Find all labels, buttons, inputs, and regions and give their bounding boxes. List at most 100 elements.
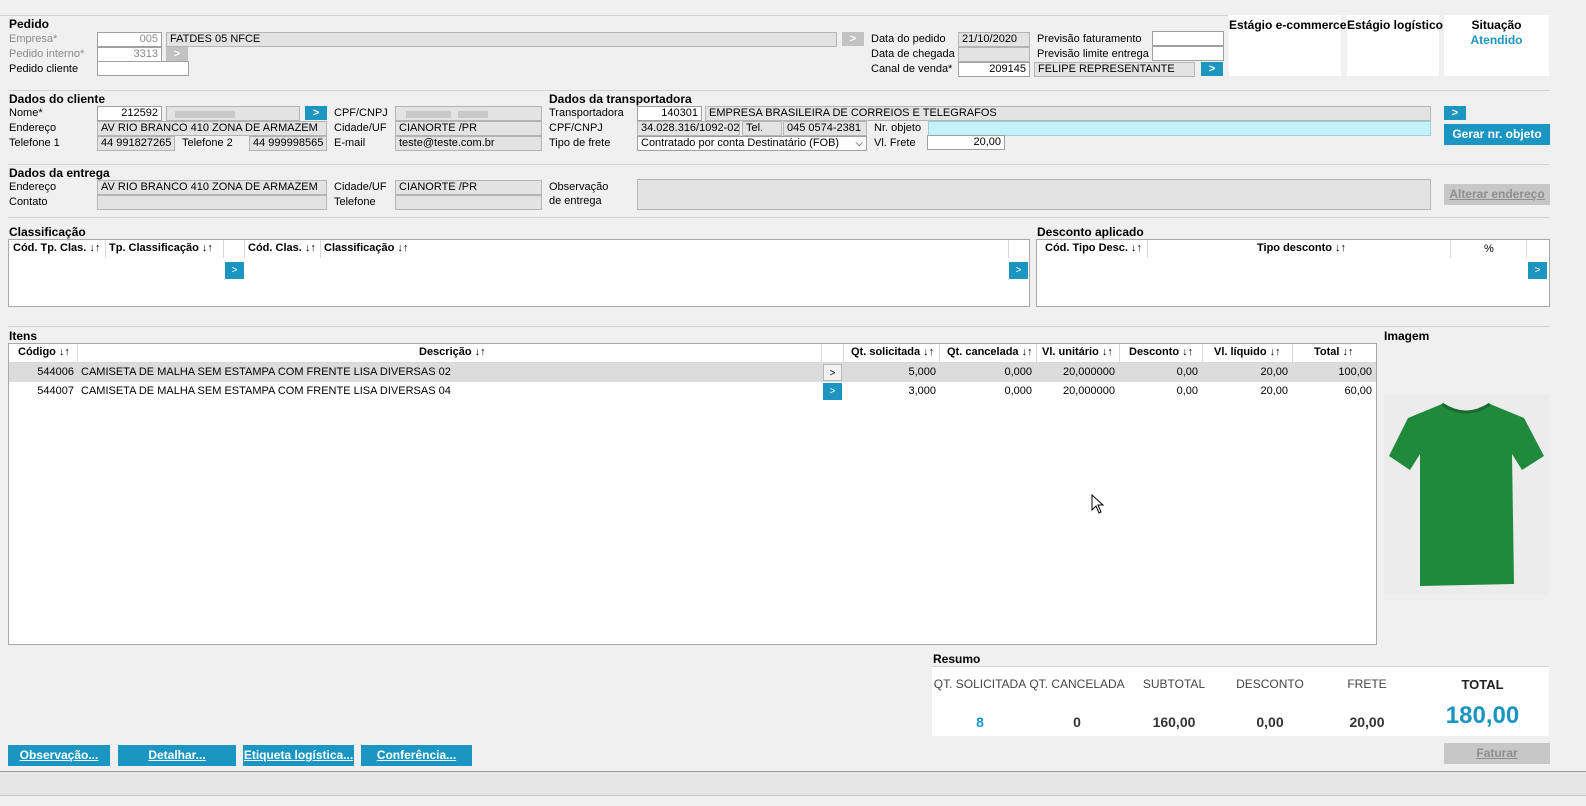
resumo-qt-sol-value: 8 <box>976 714 984 730</box>
itens-col-total[interactable]: Total ↓↑ <box>1314 346 1354 358</box>
itens-col-codigo[interactable]: Código ↓↑ <box>18 346 70 358</box>
desconto-col-tipo[interactable]: Tipo desconto ↓↑ <box>1257 242 1346 254</box>
itens-col-desconto[interactable]: Desconto ↓↑ <box>1129 346 1193 358</box>
data-chegada-field <box>958 47 1030 62</box>
entrega-contato-label: Contato <box>9 196 48 208</box>
column-divider <box>105 240 106 258</box>
canal-go-button[interactable]: > <box>1201 62 1223 76</box>
pedido-title: Pedido <box>9 17 50 31</box>
classificacao-col-cod-tp[interactable]: Cód. Tp. Clas. ↓↑ <box>13 242 100 254</box>
tipo-frete-select[interactable]: Contratado por conta Destinatário (FOB) … <box>637 136 867 151</box>
desconto-col-percent[interactable]: % <box>1484 243 1494 255</box>
column-divider <box>939 344 940 362</box>
pedido-cliente-field[interactable] <box>97 61 189 76</box>
resumo-desconto-value: 0,00 <box>1256 714 1284 730</box>
pedido-interno-field[interactable]: 3313 <box>97 47 162 62</box>
cliente-nome-label: Nome* <box>9 107 43 119</box>
column-divider <box>1119 344 1120 362</box>
tipo-frete-label: Tipo de frete <box>549 137 611 149</box>
desconto-title: Desconto aplicado <box>1037 225 1144 239</box>
detalhar-button-label: Detalhar... <box>148 748 206 762</box>
cliente-nome-code-field[interactable]: 212592 <box>97 106 162 121</box>
separator <box>8 164 1550 165</box>
classificacao-col-clas[interactable]: Classificação ↓↑ <box>324 242 408 254</box>
column-divider <box>1450 240 1451 258</box>
cliente-telefone2-field: 44 999998565 <box>249 136 327 151</box>
table-row[interactable]: 544006 CAMISETA DE MALHA SEM ESTAMPA COM… <box>9 363 1376 382</box>
prev-limite-field[interactable] <box>1152 46 1224 61</box>
column-divider <box>77 344 78 362</box>
itens-col-qt-canc[interactable]: Qt. cancelada ↓↑ <box>947 346 1033 358</box>
column-divider <box>320 240 321 258</box>
item-go-button[interactable]: > <box>823 364 842 381</box>
classificacao-grid: Cód. Tp. Clas. ↓↑ Tp. Classificação ↓↑ C… <box>8 239 1030 307</box>
entrega-obs-label-line2: de entrega <box>549 195 602 207</box>
conferencia-button-label: Conferência... <box>376 748 457 762</box>
empresa-name-field: FATDES 05 NFCE <box>166 32 837 47</box>
blurred-text <box>458 111 488 118</box>
column-divider <box>843 344 844 362</box>
item-qt-canc: 0,000 <box>1004 385 1032 397</box>
transportadora-label: Transportadora <box>549 107 624 119</box>
faturar-button[interactable]: Faturar <box>1444 743 1550 764</box>
data-pedido-label: Data do pedido <box>871 33 946 45</box>
gerar-nr-objeto-button[interactable]: Gerar nr. objeto <box>1444 124 1550 145</box>
itens-col-qt-sol[interactable]: Qt. solicitada ↓↑ <box>851 346 934 358</box>
nr-objeto-label: Nr. objeto <box>874 122 922 134</box>
faturar-button-label: Faturar <box>1476 746 1518 760</box>
classificacao-col-cod[interactable]: Cód. Clas. ↓↑ <box>248 242 316 254</box>
transportadora-go-button[interactable]: > <box>1444 106 1466 120</box>
ecommerce-stage-panel: Estágio e-commerce <box>1229 15 1347 76</box>
classificacao-title: Classificação <box>9 225 86 239</box>
item-vl-liq: 20,00 <box>1260 385 1288 397</box>
item-total: 100,00 <box>1338 366 1372 378</box>
vl-frete-field[interactable]: 20,00 <box>927 135 1005 150</box>
cliente-go-button[interactable]: > <box>305 106 327 120</box>
itens-header: Código ↓↑ Descrição ↓↑ Qt. solicitada ↓↑… <box>9 344 1376 363</box>
alterar-endereco-button[interactable]: Alterar endereço <box>1444 184 1550 205</box>
itens-col-vl-unit[interactable]: Vl. unitário ↓↑ <box>1042 346 1113 358</box>
cliente-endereco-label: Endereço <box>9 122 57 134</box>
pedido-interno-go-button[interactable]: > <box>166 47 188 61</box>
detalhar-button[interactable]: Detalhar... <box>118 745 236 766</box>
transportadora-tel-field: 045 0574-2381 <box>783 121 867 136</box>
resumo-subtotal-label: SUBTOTAL <box>1142 677 1206 691</box>
nr-objeto-field[interactable] <box>928 121 1431 136</box>
classificacao-col-tp[interactable]: Tp. Classificação ↓↑ <box>109 242 213 254</box>
canal-code-field[interactable]: 209145 <box>958 62 1030 77</box>
situacao-value: Atendido <box>1470 33 1523 47</box>
itens-col-vl-liq[interactable]: Vl. líquido ↓↑ <box>1214 346 1281 358</box>
resumo-title: Resumo <box>933 652 981 666</box>
desconto-col-cod[interactable]: Cód. Tipo Desc. ↓↑ <box>1045 242 1142 254</box>
cliente-nome-field <box>166 106 300 121</box>
empresa-code-field[interactable]: 005 <box>97 32 162 47</box>
cliente-cpf-field <box>395 106 542 121</box>
transportadora-cpf-label: CPF/CNPJ <box>549 122 603 134</box>
prev-faturamento-field[interactable] <box>1152 31 1224 46</box>
tipo-frete-value: Contratado por conta Destinatário (FOB) <box>641 137 840 149</box>
ecommerce-stage-label: Estágio e-commerce <box>1229 18 1347 32</box>
situacao-panel: Situação Atendido <box>1444 15 1549 76</box>
imagem-title: Imagem <box>1384 329 1430 343</box>
itens-col-descricao[interactable]: Descrição ↓↑ <box>419 346 486 358</box>
entrega-endereco-field: AV RIO BRANCO 410 ZONA DE ARMAZEM <box>97 180 327 195</box>
blurred-text <box>406 111 451 118</box>
observacao-button[interactable]: Observação... <box>8 745 110 766</box>
conferencia-button[interactable]: Conferência... <box>361 745 472 766</box>
etiqueta-logistica-button[interactable]: Etiqueta logística... <box>243 745 354 766</box>
item-go-button[interactable]: > <box>823 383 842 400</box>
classificacao-go-button[interactable]: > <box>1009 262 1028 279</box>
transportadora-code-field[interactable]: 140301 <box>637 106 702 121</box>
resumo-qt-sol-label: QT. SOLICITADA <box>933 677 1027 691</box>
empresa-go-button[interactable]: > <box>842 32 864 46</box>
resumo-desconto-label: DESCONTO <box>1236 677 1304 691</box>
column-divider <box>1036 344 1037 362</box>
item-descricao: CAMISETA DE MALHA SEM ESTAMPA COM FRENTE… <box>81 366 451 378</box>
table-row[interactable]: 544007 CAMISETA DE MALHA SEM ESTAMPA COM… <box>9 382 1376 401</box>
separator <box>8 217 1550 218</box>
desconto-go-button[interactable]: > <box>1528 262 1547 279</box>
top-separator <box>0 15 1228 16</box>
item-desconto: 0,00 <box>1176 366 1198 378</box>
classificacao-tp-go-button[interactable]: > <box>225 262 244 279</box>
transportadora-cpf-field: 34.028.316/1092-02 <box>637 121 740 136</box>
